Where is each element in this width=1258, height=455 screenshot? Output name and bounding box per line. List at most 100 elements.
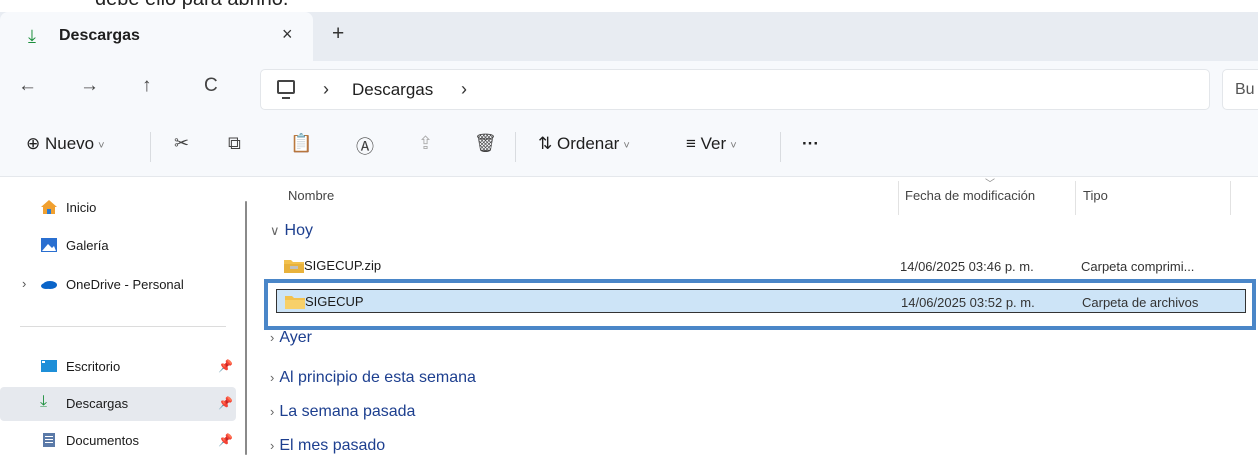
file-type: Carpeta de archivos (1082, 295, 1199, 310)
tab-descargas[interactable]: ⤓ Descargas × (0, 12, 313, 61)
breadcrumb-separator[interactable]: › (461, 79, 467, 100)
search-placeholder: Bu (1235, 81, 1255, 98)
sidebar-item-escritorio[interactable]: Escritorio 📌 (0, 350, 236, 384)
breadcrumb-separator[interactable]: › (323, 79, 329, 100)
group-label: La semana pasada (279, 403, 416, 420)
file-date: 14/06/2025 03:46 p. m. (900, 259, 1034, 274)
file-date: 14/06/2025 03:52 p. m. (901, 295, 1035, 310)
cut-icon[interactable]: ✂ (174, 133, 189, 154)
close-tab-button[interactable]: × (282, 24, 293, 45)
computer-icon (277, 80, 295, 99)
group-label: Hoy (284, 222, 313, 239)
sort-button[interactable]: ⇅ Ordenar ˅ (538, 134, 630, 154)
chevron-right-icon: › (270, 330, 275, 345)
group-header-yesterday[interactable]: › Ayer (270, 329, 312, 347)
caption-text: debe ello para abrirlo. (95, 0, 288, 11)
sidebar-item-label: Descargas (66, 396, 129, 411)
sidebar-item-onedrive[interactable]: › OneDrive - Personal (0, 268, 236, 302)
pin-icon: 📌 (218, 359, 233, 373)
pin-icon: 📌 (218, 433, 233, 447)
chevron-down-icon: ˅ (98, 140, 105, 152)
chevron-down-icon: ˅ (623, 140, 630, 152)
group-label: Al principio de esta semana (279, 369, 476, 386)
toolbar-divider (780, 132, 781, 162)
zip-folder-icon (284, 260, 304, 273)
column-divider[interactable] (1230, 181, 1231, 215)
column-divider[interactable] (1075, 181, 1076, 215)
view-label: Ver (700, 134, 727, 153)
new-label: Nuevo (44, 134, 95, 153)
chevron-right-icon: › (270, 370, 275, 385)
breadcrumb-descargas[interactable]: Descargas (352, 80, 433, 100)
paste-icon[interactable]: 📋 (290, 133, 312, 154)
new-button[interactable]: ⊕ Nuevo ˅ (26, 134, 105, 154)
toolbar-divider (150, 132, 151, 162)
group-header-today[interactable]: ∨ Hoy (270, 222, 313, 240)
navigation-pane: Inicio Galería › OneDrive - Personal Esc… (0, 177, 258, 455)
forward-button[interactable]: → (80, 75, 99, 97)
table-row[interactable]: SIGECUP.zip 14/06/2025 03:46 p. m. Carpe… (276, 254, 1246, 278)
sidebar-item-descargas[interactable]: ⤓ Descargas 📌 (0, 387, 236, 421)
download-icon: ⤓ (40, 393, 48, 410)
copy-icon[interactable]: ⧉ (228, 133, 241, 154)
group-header-this-week[interactable]: › Al principio de esta semana (270, 369, 476, 387)
sidebar-item-label: Escritorio (66, 359, 121, 374)
document-icon (43, 433, 55, 447)
sidebar-item-label: Galería (66, 238, 109, 253)
new-tab-button[interactable]: + (332, 22, 344, 46)
sidebar-item-galeria[interactable]: Galería (0, 229, 236, 263)
sort-label: Ordenar (556, 134, 620, 153)
plus-circle-icon: ⊕ (26, 134, 41, 153)
search-input[interactable]: Bu (1222, 69, 1258, 110)
cloud-icon (41, 281, 57, 289)
chevron-right-icon[interactable]: › (22, 276, 26, 291)
more-options-button[interactable]: ··· (802, 134, 819, 154)
chevron-down-icon: ˅ (730, 140, 737, 152)
group-label: Ayer (279, 329, 312, 346)
up-button[interactable]: ↑ (142, 75, 152, 97)
sidebar-divider (20, 326, 226, 327)
column-header-type[interactable]: Tipo (1083, 188, 1108, 203)
sidebar-item-label: Documentos (66, 433, 139, 448)
sidebar-item-label: OneDrive - Personal (66, 277, 184, 292)
column-header-name[interactable]: Nombre (288, 188, 334, 203)
pin-icon: 📌 (218, 396, 233, 410)
sidebar-item-inicio[interactable]: Inicio (0, 191, 236, 225)
chevron-right-icon: › (270, 404, 275, 419)
delete-icon[interactable]: 🗑 (474, 133, 497, 154)
table-row-selected[interactable]: SIGECUP 14/06/2025 03:52 p. m. Carpeta d… (276, 289, 1246, 313)
group-label: El mes pasado (279, 437, 386, 454)
view-icon: ≡ (686, 134, 696, 153)
tab-bar: ⤓ Descargas × + (0, 12, 1258, 61)
group-header-last-month[interactable]: › El mes pasado (270, 437, 385, 455)
download-icon: ⤓ (28, 26, 36, 46)
file-name: SIGECUP (305, 294, 364, 309)
share-icon[interactable]: ⇪ (418, 133, 433, 154)
command-bar: ⊕ Nuevo ˅ ✂ ⧉ 📋 Ⓐ ⇪ 🗑 ⇅ Ordenar ˅ ≡ Ver ˅ ·… (0, 118, 1258, 177)
file-name: SIGECUP.zip (304, 258, 382, 273)
address-bar[interactable]: › Descargas › (260, 69, 1210, 110)
sidebar-item-documentos[interactable]: Documentos 📌 (0, 424, 236, 455)
chevron-right-icon: › (270, 438, 275, 453)
group-header-last-week[interactable]: › La semana pasada (270, 403, 415, 421)
column-header-date[interactable]: Fecha de modificación (905, 188, 1035, 203)
refresh-button[interactable]: C (204, 75, 218, 97)
rename-icon[interactable]: Ⓐ (356, 133, 374, 159)
gallery-icon (41, 238, 57, 252)
toolbar-divider (515, 132, 516, 162)
desktop-icon (41, 360, 57, 372)
home-icon (41, 200, 57, 214)
file-list: ﹀ Nombre Fecha de modificación Tipo ∨ Hoy… (258, 177, 1258, 455)
folder-icon (285, 296, 305, 309)
document-caption: debe ello para abrirlo. (0, 0, 1258, 12)
back-button[interactable]: ← (18, 75, 37, 97)
file-type: Carpeta comprimi... (1081, 259, 1195, 274)
sidebar-scrollbar[interactable] (245, 201, 247, 455)
column-divider[interactable] (898, 181, 899, 215)
tab-label: Descargas (59, 27, 140, 44)
navigation-bar: ← → ↑ C › Descargas › Bu (0, 61, 1258, 118)
sidebar-item-label: Inicio (66, 200, 97, 215)
view-button[interactable]: ≡ Ver ˅ (686, 134, 737, 154)
chevron-down-icon: ∨ (270, 223, 280, 238)
sort-icon: ⇅ (538, 134, 553, 153)
